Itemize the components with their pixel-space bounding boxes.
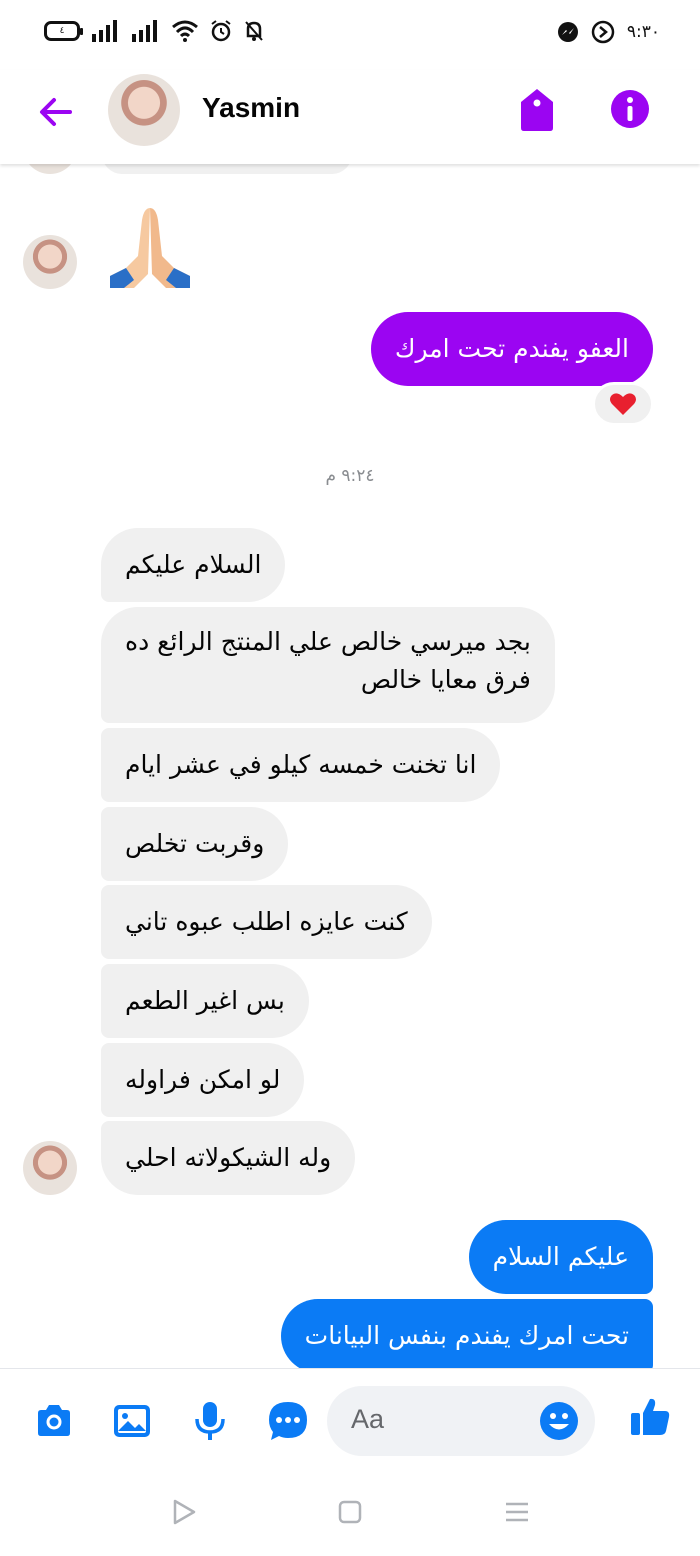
received-message-bubble[interactable]: لو امكن فراوله	[101, 1043, 305, 1117]
avatar	[23, 1141, 77, 1195]
gallery-icon[interactable]	[110, 1399, 154, 1443]
received-message-bubble[interactable]: وقربت تخلص	[101, 807, 289, 881]
received-message-bubble[interactable]	[102, 164, 352, 174]
heart-reaction[interactable]	[592, 382, 654, 426]
back-arrow-icon[interactable]	[34, 90, 78, 134]
microphone-icon[interactable]	[188, 1399, 232, 1443]
avatar	[23, 164, 77, 174]
conversation-header: Yasmin	[0, 70, 700, 164]
message-line: فرق معايا خالص	[360, 665, 531, 694]
data-saver-icon	[591, 20, 615, 44]
messenger-notification-icon	[557, 22, 578, 42]
nav-back-icon[interactable]	[170, 1498, 198, 1526]
received-message-bubble[interactable]: انا تخنت خمسه كيلو في عشر ايام	[101, 728, 501, 802]
message-composer: Aa	[0, 1368, 700, 1472]
clock: ٩:٣٠	[626, 22, 660, 42]
received-message-bubble[interactable]: بجد ميرسي خالص علي المنتج الرائع ده فرق …	[101, 607, 555, 723]
emoji-icon[interactable]	[539, 1401, 579, 1441]
wifi-icon	[172, 20, 198, 42]
signal-icon	[92, 20, 117, 42]
system-navigation-bar	[0, 1472, 700, 1556]
nav-recents-icon[interactable]	[503, 1498, 531, 1526]
contact-name[interactable]: Yasmin	[202, 92, 300, 124]
received-message-bubble[interactable]: وله الشيكولاته احلي	[101, 1121, 356, 1195]
received-message-bubble[interactable]: كنت عايزه اطلب عبوه تاني	[101, 885, 432, 959]
folded-hands-emoji[interactable]	[104, 200, 196, 292]
status-bar: ٤ ٩:٣٠	[0, 0, 700, 70]
signal-icon-2	[132, 20, 157, 42]
info-icon[interactable]	[608, 87, 652, 131]
input-placeholder: Aa	[351, 1404, 385, 1434]
chat-extensions-icon[interactable]	[266, 1399, 310, 1443]
contact-avatar[interactable]	[108, 74, 180, 146]
like-icon[interactable]	[628, 1395, 672, 1439]
message-list[interactable]: العفو يفندم تحت امرك ٩:٢٤ م السلام عليكم…	[0, 164, 700, 1368]
camera-icon[interactable]	[32, 1399, 76, 1443]
received-message-bubble[interactable]: السلام عليكم	[101, 528, 286, 602]
sent-message-bubble[interactable]: تحت امرك يفندم بنفس البيانات	[280, 1299, 653, 1368]
mute-bell-icon	[245, 21, 263, 41]
battery-icon: ٤	[44, 21, 83, 41]
tag-icon[interactable]	[515, 86, 559, 134]
message-line: بجد ميرسي خالص علي المنتج الرائع ده	[125, 627, 531, 656]
message-input[interactable]: Aa	[327, 1386, 595, 1456]
avatar	[23, 235, 77, 289]
received-message-bubble[interactable]: بس اغير الطعم	[101, 964, 309, 1038]
nav-home-icon[interactable]	[336, 1498, 364, 1526]
message-timestamp: ٩:٢٤ م	[325, 466, 375, 486]
alarm-icon	[211, 20, 231, 42]
sent-message-bubble[interactable]: العفو يفندم تحت امرك	[370, 312, 653, 386]
sent-message-bubble[interactable]: عليكم السلام	[468, 1220, 653, 1294]
heart-icon	[610, 393, 636, 415]
